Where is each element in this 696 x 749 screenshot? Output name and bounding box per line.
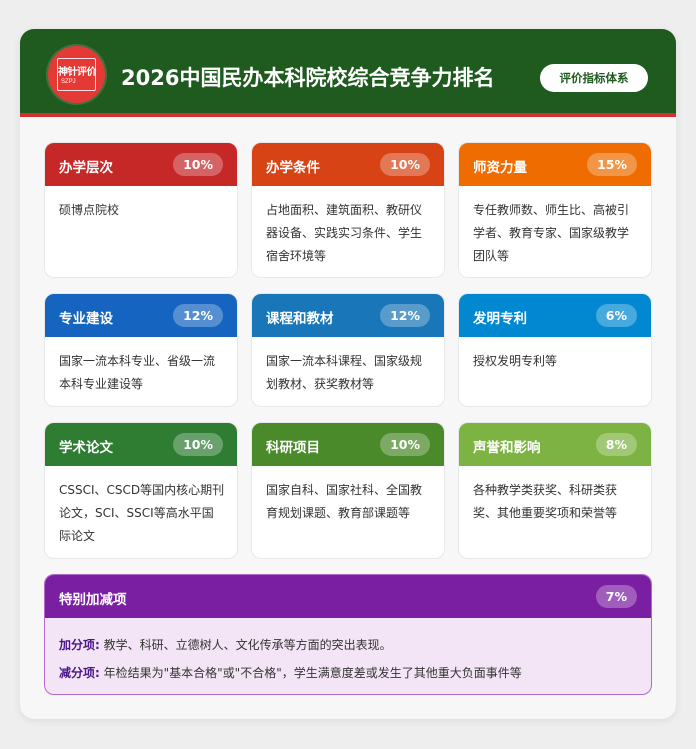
special-percent-badge: 7% — [595, 585, 637, 608]
indicator-percent-badge: 15% — [587, 153, 637, 176]
indicator-tile: 师资力量 15% 专任教师数、师生比、高被引学者、教育专家、国家级教学团队等 — [458, 142, 652, 278]
ranking-card: 神针评价 SZPJ 2026中国民办本科院校综合竞争力排名 评价指标体系 办学层… — [20, 29, 676, 719]
indicator-percent-badge: 10% — [380, 433, 430, 456]
indicator-title: 声誉和影响 — [473, 440, 541, 456]
indicator-tile-header: 专业建设 12% — [45, 294, 237, 337]
indicator-title: 办学层次 — [59, 160, 113, 176]
logo: 神针评价 SZPJ — [48, 46, 105, 103]
indicator-percent-badge: 6% — [595, 304, 637, 327]
indicator-title: 科研项目 — [266, 440, 320, 456]
plus-item: 加分项: 教学、科研、立德树人、文化传承等方面的突出表现。 — [59, 636, 392, 653]
indicator-title: 发明专利 — [473, 311, 527, 327]
indicator-percent-badge: 12% — [173, 304, 223, 327]
indicator-tile-header: 办学条件 10% — [252, 143, 444, 186]
indicator-title: 办学条件 — [266, 160, 320, 176]
indicator-tile-header: 办学层次 10% — [45, 143, 237, 186]
minus-label: 减分项: — [59, 666, 100, 680]
plus-text: 教学、科研、立德树人、文化传承等方面的突出表现。 — [103, 638, 392, 652]
indicator-tile-header: 学术论文 10% — [45, 423, 237, 466]
indicator-tile: 科研项目 10% 国家自科、国家社科、全国教育规划课题、教育部课题等 — [251, 422, 445, 559]
indicator-tile: 发明专利 6% 授权发明专利等 — [458, 293, 652, 407]
logo-text: 神针评价 — [58, 67, 97, 78]
indicator-description: CSSCI、CSCD等国内核心期刊论文，SCI、SSCI等高水平国际论文 — [59, 483, 225, 543]
plus-label: 加分项: — [59, 638, 100, 652]
indicator-title: 课程和教材 — [266, 311, 334, 327]
logo-subtext: SZPJ — [61, 79, 76, 85]
indicator-tile: 办学层次 10% 硕博点院校 — [44, 142, 238, 278]
indicator-title: 师资力量 — [473, 160, 527, 176]
indicator-description: 国家一流本科课程、国家级规划教材、获奖教材等 — [266, 354, 423, 391]
indicator-percent-badge: 8% — [595, 433, 637, 456]
header: 神针评价 SZPJ 2026中国民办本科院校综合竞争力排名 评价指标体系 — [20, 29, 676, 117]
indicator-percent-badge: 10% — [173, 153, 223, 176]
indicator-title: 专业建设 — [59, 311, 113, 327]
indicator-tile: 课程和教材 12% 国家一流本科课程、国家级规划教材、获奖教材等 — [251, 293, 445, 407]
indicator-percent-badge: 10% — [173, 433, 223, 456]
indicator-percent-badge: 10% — [380, 153, 430, 176]
indicator-description: 占地面积、建筑面积、教研仪器设备、实践实习条件、学生宿舍环境等 — [266, 203, 423, 263]
indicator-tile-header: 课程和教材 12% — [252, 294, 444, 337]
indicator-tile-header: 声誉和影响 8% — [459, 423, 651, 466]
indicator-system-button[interactable]: 评价指标体系 — [540, 64, 648, 92]
indicator-tile: 办学条件 10% 占地面积、建筑面积、教研仪器设备、实践实习条件、学生宿舍环境等 — [251, 142, 445, 278]
indicator-tile: 声誉和影响 8% 各种教学类获奖、科研类获奖、其他重要奖项和荣誉等 — [458, 422, 652, 559]
indicator-description: 国家自科、国家社科、全国教育规划课题、教育部课题等 — [266, 483, 423, 520]
special-adjustment-card: 特别加减项 7% 加分项: 教学、科研、立德树人、文化传承等方面的突出表现。 减… — [44, 574, 652, 695]
indicator-tile-header: 发明专利 6% — [459, 294, 651, 337]
minus-text: 年检结果为"基本合格"或"不合格"，学生满意度差或发生了其他重大负面事件等 — [103, 666, 522, 680]
indicator-description: 国家一流本科专业、省级一流本科专业建设等 — [59, 354, 216, 391]
indicator-tile-header: 科研项目 10% — [252, 423, 444, 466]
minus-item: 减分项: 年检结果为"基本合格"或"不合格"，学生满意度差或发生了其他重大负面事… — [59, 664, 522, 681]
indicator-tile-header: 师资力量 15% — [459, 143, 651, 186]
indicator-title: 学术论文 — [59, 440, 113, 456]
page-title: 2026中国民办本科院校综合竞争力排名 — [121, 66, 495, 90]
indicator-description: 各种教学类获奖、科研类获奖、其他重要奖项和荣誉等 — [473, 483, 618, 520]
indicator-description: 授权发明专利等 — [473, 354, 558, 368]
indicator-description: 专任教师数、师生比、高被引学者、教育专家、国家级教学团队等 — [473, 203, 630, 263]
indicator-tile: 学术论文 10% CSSCI、CSCD等国内核心期刊论文，SCI、SSCI等高水平国… — [44, 422, 238, 559]
logo-seal-icon: 神针评价 SZPJ — [57, 58, 97, 91]
special-title: 特别加减项 — [59, 592, 127, 608]
indicator-percent-badge: 12% — [380, 304, 430, 327]
indicator-description: 硕博点院校 — [59, 203, 120, 217]
special-header: 特别加减项 7% — [45, 575, 651, 618]
indicator-tile: 专业建设 12% 国家一流本科专业、省级一流本科专业建设等 — [44, 293, 238, 407]
